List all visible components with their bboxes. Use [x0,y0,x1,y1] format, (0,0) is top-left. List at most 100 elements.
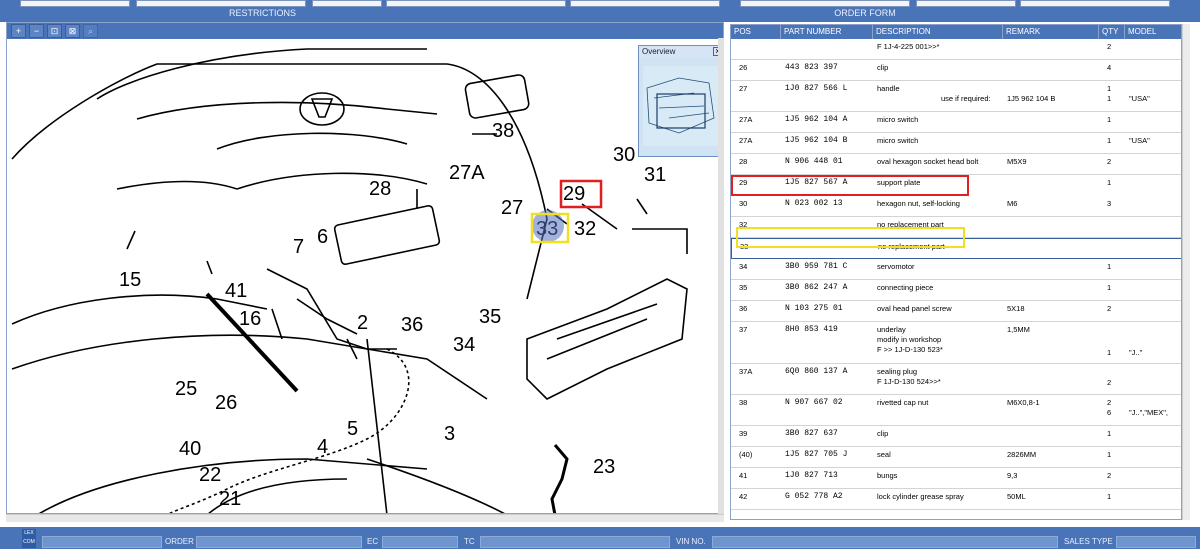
cell-description: clip [877,63,889,72]
restriction-field-3[interactable] [312,0,382,7]
sales-type-field[interactable] [1116,536,1196,548]
callout-25[interactable]: 25 [175,378,197,400]
cell-remark: M6 [1007,199,1018,208]
order-field-3[interactable] [1020,0,1170,7]
table-row[interactable]: 36 N 103 275 01 oval head panel screw 5X18 2 [731,301,1181,322]
overview-window[interactable]: Overview x [638,45,724,157]
table-vertical-scrollbar[interactable] [1182,24,1190,520]
table-row[interactable]: 34 3B0 959 781 C servomotor 1 [731,259,1181,280]
col-remark[interactable]: REMARK [1003,25,1099,39]
callout-32[interactable]: 32 [574,218,596,240]
cell-qty: 1 [1107,84,1112,93]
callout-28[interactable]: 28 [369,178,391,200]
table-row[interactable]: 37 8H0 853 419 underlay 1,5MM 1 "J.." modify i… [731,322,1181,364]
callout-29[interactable]: 29 [563,183,585,205]
table-row[interactable]: 29 1J5 827 567 A support plate 1 [731,175,1111,196]
callout-6[interactable]: 6 [317,226,328,248]
cell-description: oval head panel screw [877,304,952,313]
restriction-field-2[interactable] [136,0,306,7]
callout-2[interactable]: 2 [357,312,368,334]
zoom-fit-icon[interactable]: ⊡ [47,24,62,38]
cell-qty: 1 [1107,429,1112,438]
tc-field[interactable] [480,536,670,548]
col-description[interactable]: DESCRIPTION [873,25,1003,39]
callout-7[interactable]: 7 [293,236,304,258]
zoom-window-icon[interactable]: ⊠ [65,24,80,38]
cell-sub-line1: modify in workshop [877,335,942,344]
callout-26[interactable]: 26 [215,392,237,414]
table-row[interactable]: 27A 1J5 962 104 A micro switch 1 [731,112,1181,133]
cell-remark: 50ML [1007,492,1026,501]
table-row[interactable]: 26 443 823 397 clip 4 [731,60,1181,81]
restriction-field-1[interactable] [20,0,130,7]
callout-23[interactable]: 23 [593,456,615,478]
col-pos[interactable]: POS [731,25,781,39]
callout-22[interactable]: 22 [199,464,221,486]
ec-field[interactable] [382,536,458,548]
top-bar: RESTRICTIONS ORDER FORM [0,0,1200,22]
table-row[interactable]: 28 N 906 448 01 oval hexagon socket head b… [731,154,1181,175]
callout-30[interactable]: 30 [613,144,635,166]
cell-qty: 2 [1107,471,1112,480]
table-row[interactable]: 30 N 023 002 13 hexagon nut, self-locking M… [731,196,1181,217]
callout-36[interactable]: 36 [401,314,423,336]
diagram-horizontal-scrollbar[interactable] [6,514,724,522]
table-row[interactable]: 38 N 907 667 02 rivetted cap nut M6X0,8-1 2 6… [731,395,1181,426]
callout-21[interactable]: 21 [219,488,241,510]
callout-3[interactable]: 3 [444,423,455,445]
restriction-field-5[interactable] [570,0,720,7]
table-row[interactable]: 42 G 052 778 A2 lock cylinder grease spray… [731,489,1181,510]
callout-31[interactable]: 31 [644,164,666,186]
footer-field-1[interactable] [42,536,162,548]
cell-pos: 36 [739,304,748,313]
table-row[interactable]: 35 3B0 862 247 A connecting piece 1 [731,280,1181,301]
cell-model: "J.." [1129,348,1143,357]
zoom-search-icon[interactable]: ⌕ [83,24,98,38]
callout-27[interactable]: 27 [501,197,523,219]
table-row[interactable]: (40) 1J5 827 705 J seal 2826MM 1 [731,447,1181,468]
cell-part-number: 3B0 862 247 A [785,283,848,292]
order-field-1[interactable] [740,0,910,7]
table-row[interactable]: 39 3B0 827 637 clip 1 [731,426,1181,447]
callout-27a[interactable]: 27A [449,162,485,184]
cell-part-number: 8H0 853 419 [785,325,838,334]
callout-5[interactable]: 5 [347,418,358,440]
callout-41[interactable]: 41 [225,280,247,302]
zoom-in-icon[interactable]: + [11,24,26,38]
table-row[interactable]: 41 1J0 827 713 bungs 9,3 2 [731,468,1181,489]
zoom-out-icon[interactable]: − [29,24,44,38]
cell-qty: 2 [1107,304,1112,313]
parts-diagram-pane[interactable]: + − ⊡ ⊠ ⌕ 38 28 27A 27 29 30 31 32 15 7 … [6,22,724,514]
cell-remark: 2826MM [1007,450,1037,459]
table-header: POS PART NUMBER DESCRIPTION REMARK QTY M… [731,25,1181,39]
diagram-vertical-scrollbar[interactable] [718,38,724,514]
parts-table: POS PART NUMBER DESCRIPTION REMARK QTY M… [730,24,1182,520]
callout-38[interactable]: 38 [492,120,514,142]
col-part-number[interactable]: PART NUMBER [781,25,873,39]
cell-part-number: 1J0 827 713 [785,471,838,480]
table-row[interactable]: 37A 6Q0 860 137 A sealing plug 2 F 1J-D-130 … [731,364,1181,395]
callout-15[interactable]: 15 [119,269,141,291]
vin-field[interactable] [712,536,1058,548]
cell-pos: 26 [739,63,748,72]
cell-model: "USA" [1129,136,1150,145]
table-row[interactable]: 27A 1J5 962 104 B micro switch 1 "USA" [731,133,1181,154]
callout-34[interactable]: 34 [453,334,475,356]
callout-40[interactable]: 40 [179,438,201,460]
order-field-2[interactable] [916,0,1016,7]
cell-description: seal [877,450,891,459]
callout-4[interactable]: 4 [317,436,328,458]
table-row[interactable]: 27 1J0 827 566 L handle 1 use if required: 1J… [731,81,1181,112]
callout-16[interactable]: 16 [239,308,261,330]
cell-qty: 1 [1107,450,1112,459]
restriction-field-4[interactable] [386,0,566,7]
cell-sub-line1: F 1J-D-130 524>>* [877,377,941,386]
cell-qty: 1 [1107,348,1112,357]
order-field[interactable] [196,536,362,548]
col-model[interactable]: MODEL [1125,25,1181,39]
col-qty[interactable]: QTY [1099,25,1125,39]
overview-thumbnail[interactable] [639,58,724,156]
cell-part-number: N 023 002 13 [785,199,843,208]
table-row[interactable]: F 1J-4-225 001>>* 2 [731,39,1181,60]
callout-35[interactable]: 35 [479,306,501,328]
